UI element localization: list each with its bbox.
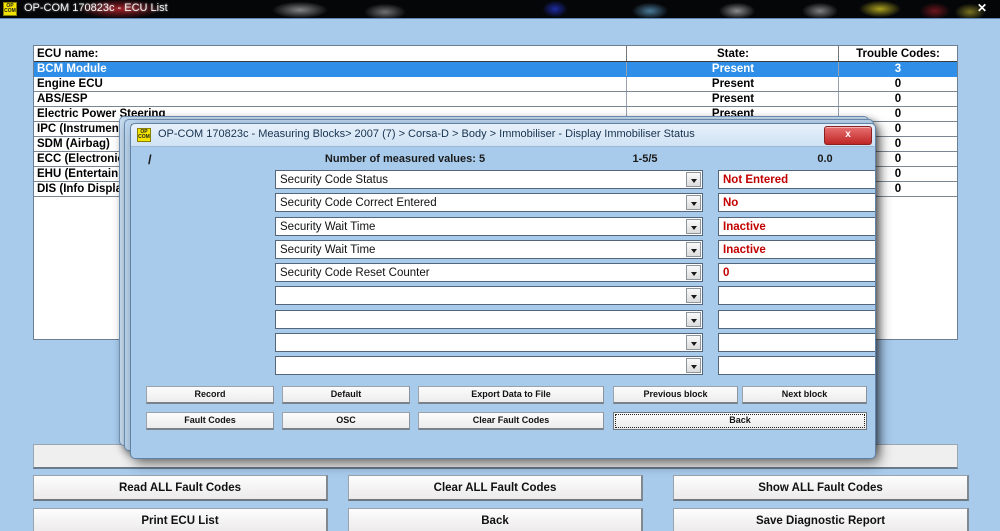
measurement-label: Security Wait Time	[280, 243, 376, 256]
measurement-row: Security Wait Time Inactive	[140, 239, 875, 263]
dialog-back-button[interactable]: Back	[613, 412, 867, 430]
measurement-value-5: 0	[718, 263, 875, 283]
measurement-value-8	[718, 333, 875, 353]
measurement-select-3[interactable]: Security Wait Time	[275, 216, 703, 236]
measurement-row	[140, 356, 875, 379]
measurement-value-2: No	[718, 193, 875, 213]
print-ecu-list-button[interactable]: Print ECU List	[33, 508, 328, 531]
back-button[interactable]: Back	[348, 508, 643, 531]
bottom-button-grid: Read ALL Fault Codes Clear ALL Fault Cod…	[33, 475, 969, 531]
measurement-value-text: No	[723, 197, 739, 210]
chevron-down-icon[interactable]	[686, 358, 701, 374]
cell-ecu-name: BCM Module	[37, 63, 107, 75]
table-row[interactable]: Engine ECU Present 0	[34, 77, 957, 92]
fault-codes-button[interactable]: Fault Codes	[146, 412, 274, 430]
measurement-select-8[interactable]	[275, 333, 703, 353]
screen-root: OP COM OP-COM 170823c - ECU List ✕ ECU na…	[0, 0, 1000, 531]
dialog-button-bar: Record Default Export Data to File Previ…	[140, 386, 867, 441]
measurement-value-text: Inactive	[723, 220, 766, 233]
direction-indicator: /	[148, 152, 152, 167]
dialog-close-button[interactable]: x	[824, 126, 872, 145]
measurement-value-3: Inactive	[718, 216, 875, 236]
measured-values-count: Number of measured values: 5	[324, 153, 486, 165]
column-header-state: State:	[717, 48, 749, 60]
measurement-value-7	[718, 309, 875, 329]
dialog-info-row: / Number of measured values: 5 1-5/5 0.0	[140, 151, 866, 168]
column-header-trouble-codes: Trouble Codes:	[856, 48, 940, 60]
chevron-down-icon[interactable]	[686, 265, 701, 281]
chevron-down-icon[interactable]	[686, 311, 701, 327]
chevron-down-icon[interactable]	[686, 288, 701, 304]
measurement-value-9	[718, 356, 875, 376]
measurement-label: Security Wait Time	[280, 220, 376, 233]
measured-values-scalar: 0.0	[817, 153, 833, 165]
export-data-to-file-button[interactable]: Export Data to File	[418, 386, 604, 404]
chevron-down-icon[interactable]	[686, 335, 701, 351]
measurement-label: Security Code Correct Entered	[280, 197, 437, 210]
measurement-row	[140, 286, 875, 309]
measurement-select-7[interactable]	[275, 309, 703, 329]
opcom-logo-icon: OPCOM	[137, 128, 151, 142]
cell-trouble-codes: 0	[894, 93, 902, 105]
previous-block-button[interactable]: Previous block	[613, 386, 738, 404]
app-body: ECU name: State: Trouble Codes: BCM Modu…	[0, 18, 1000, 531]
measurement-select-6[interactable]	[275, 286, 703, 306]
chevron-down-icon[interactable]	[686, 218, 701, 234]
default-button[interactable]: Default	[282, 386, 410, 404]
cell-state: Present	[711, 93, 755, 105]
dialog-titlebar: OP COM OP-COM 170823c - Measuring Blocks>…	[131, 124, 875, 147]
measurement-select-1[interactable]: Security Code Status	[275, 170, 703, 189]
measurement-row: Security Code Correct Entered No	[140, 193, 875, 216]
measurement-row	[140, 333, 875, 356]
cell-state: Present	[711, 63, 755, 75]
show-all-fault-codes-button[interactable]: Show ALL Fault Codes	[673, 475, 969, 501]
measurement-value-1: Not Entered	[718, 170, 875, 189]
measurement-value-text: 0	[723, 267, 730, 280]
measurement-select-5[interactable]: Security Code Reset Counter	[275, 263, 703, 283]
cell-trouble-codes: 3	[894, 63, 902, 75]
close-icon[interactable]: ✕	[972, 0, 992, 16]
measurement-label: Security Code Reset Counter	[280, 267, 430, 280]
next-block-button[interactable]: Next block	[742, 386, 867, 404]
clear-all-fault-codes-button[interactable]: Clear ALL Fault Codes	[348, 475, 643, 501]
column-header-ecu-name: ECU name:	[37, 48, 99, 60]
measured-values-range: 1-5/5	[632, 153, 658, 165]
os-titlebar: OP COM OP-COM 170823c - ECU List ✕	[0, 0, 1000, 18]
os-window-title: OP-COM 170823c - ECU List	[24, 2, 168, 14]
measurement-value-text: Inactive	[723, 243, 766, 256]
table-row[interactable]: BCM Module Present 3	[34, 62, 957, 77]
dialog-title: OP-COM 170823c - Measuring Blocks> 2007 …	[158, 128, 695, 140]
cell-ecu-name: Engine ECU	[37, 78, 103, 90]
chevron-down-icon[interactable]	[686, 172, 701, 187]
read-all-fault-codes-button[interactable]: Read ALL Fault Codes	[33, 475, 328, 501]
measurement-select-9[interactable]	[275, 356, 703, 376]
opcom-logo-icon: OPCOM	[3, 2, 17, 16]
record-button[interactable]: Record	[146, 386, 274, 404]
measurement-select-4[interactable]: Security Wait Time	[275, 239, 703, 259]
measurement-label: Security Code Status	[280, 174, 389, 186]
table-row[interactable]: ABS/ESP Present 0	[34, 92, 957, 107]
measurement-row: Security Wait Time Inactive	[140, 216, 875, 240]
save-diagnostic-report-button[interactable]: Save Diagnostic Report	[673, 508, 969, 531]
measurement-select-2[interactable]: Security Code Correct Entered	[275, 193, 703, 213]
chevron-down-icon[interactable]	[686, 195, 701, 211]
measurement-row	[140, 309, 875, 333]
measurement-rows: Security Code Status Not Entered Securit…	[140, 170, 875, 380]
chevron-down-icon[interactable]	[686, 241, 701, 257]
measurement-value-text: Not Entered	[723, 174, 789, 186]
measurement-row: Security Code Status Not Entered	[140, 170, 875, 193]
measurement-value-4: Inactive	[718, 239, 875, 259]
cell-trouble-codes: 0	[894, 78, 902, 90]
measurement-row: Security Code Reset Counter 0	[140, 263, 875, 286]
clear-fault-codes-button[interactable]: Clear Fault Codes	[418, 412, 604, 430]
table-header-row: ECU name: State: Trouble Codes:	[34, 46, 957, 62]
measuring-blocks-dialog: OP COM OP-COM 170823c - Measuring Blocks>…	[130, 123, 876, 459]
measurement-value-6	[718, 286, 875, 306]
cell-ecu-name: ABS/ESP	[37, 93, 88, 105]
cell-state: Present	[711, 78, 755, 90]
osc-button[interactable]: OSC	[282, 412, 410, 430]
